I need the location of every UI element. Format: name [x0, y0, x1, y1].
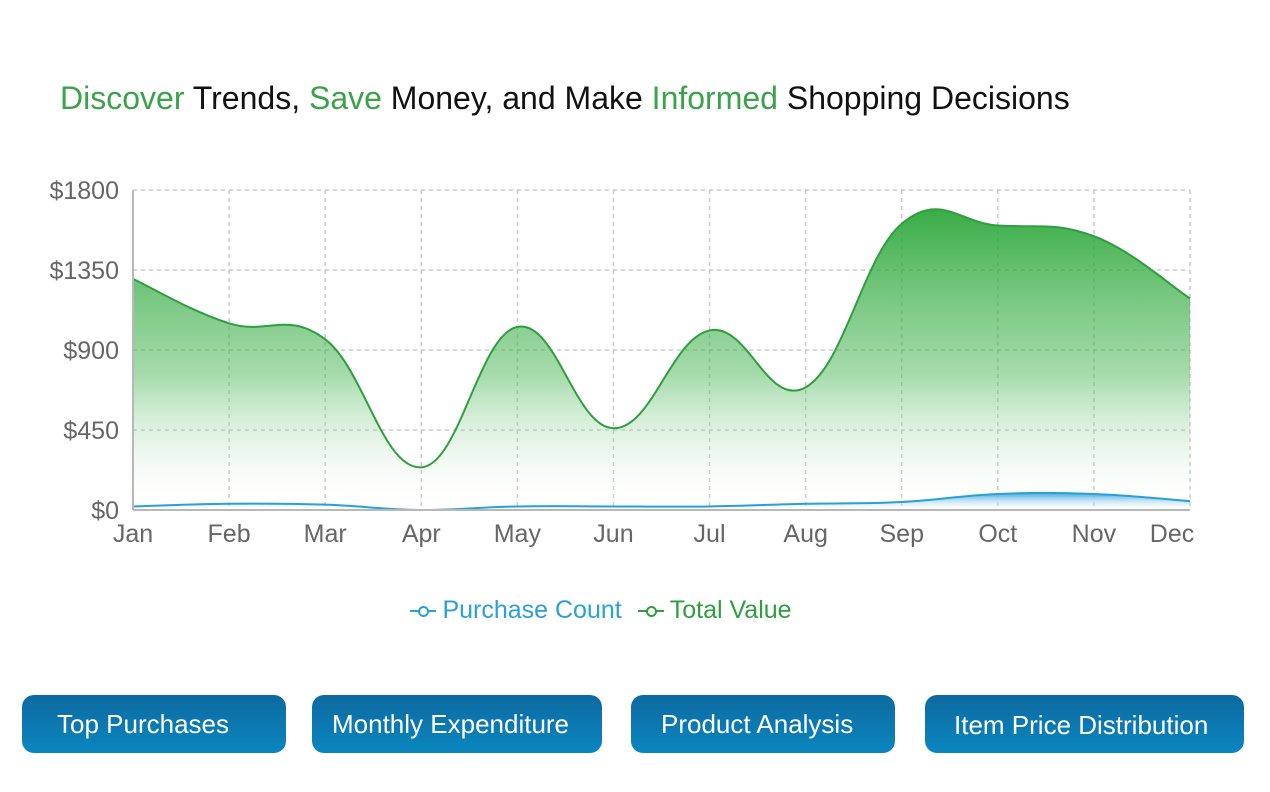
- item-price-distribution-button[interactable]: Item Price Distribution: [925, 695, 1244, 753]
- monthly-chart: $0 $450 $900 $1350 $1800 Jan Feb Mar Apr May Jun J…: [0, 170, 1270, 570]
- x-tick-label: Dec: [1150, 520, 1194, 548]
- headline-text-1: Trends,: [184, 80, 309, 116]
- chart-svg: $0$450$900$1350$1800 Jan Feb Mar Apr May Jun J…: [49, 177, 1194, 548]
- page-title: Discover Trends, Save Money, and Make In…: [60, 80, 1070, 117]
- y-tick-label: $900: [63, 337, 119, 365]
- x-tick-label: Apr: [402, 520, 441, 548]
- x-tick-label: Aug: [783, 520, 827, 548]
- headline-word-informed: Informed: [651, 80, 778, 116]
- x-axis-tick-labels: Jan Feb Mar Apr May Jun Jul Aug Sep Oct Nov Dec: [113, 520, 1194, 548]
- headline-word-discover: Discover: [60, 80, 185, 116]
- y-axis-tick-labels: $0$450$900$1350$1800: [49, 177, 119, 525]
- x-tick-label: Jun: [593, 520, 633, 548]
- product-analysis-button[interactable]: Product Analysis: [631, 695, 895, 753]
- x-tick-label: Sep: [879, 520, 923, 548]
- x-tick-label: Oct: [978, 520, 1017, 548]
- x-tick-label: Nov: [1072, 520, 1117, 548]
- y-tick-label: $450: [63, 417, 119, 445]
- top-purchases-button[interactable]: Top Purchases: [22, 695, 286, 753]
- y-tick-label: $1350: [49, 257, 119, 285]
- monthly-expenditure-button[interactable]: Monthly Expenditure: [312, 695, 602, 753]
- x-tick-label: Mar: [304, 520, 347, 548]
- navigation-buttons: Top Purchases Monthly Expenditure Produc…: [0, 695, 1270, 755]
- legend-item-total-value[interactable]: Total Value: [637, 596, 792, 625]
- legend-label-total-value: Total Value: [669, 596, 792, 624]
- headline-text-3: Shopping Decisions: [777, 80, 1070, 116]
- series-area-total-value: [133, 209, 1190, 511]
- legend-item-purchase-count[interactable]: Purchase Count: [410, 596, 622, 625]
- x-tick-label: May: [494, 520, 542, 548]
- legend-label-purchase-count: Purchase Count: [442, 596, 622, 624]
- x-tick-label: Jul: [694, 520, 726, 548]
- headline-text-2: Money, and Make: [381, 80, 652, 116]
- y-tick-label: $1800: [49, 177, 119, 205]
- x-tick-label: Feb: [208, 520, 251, 548]
- chart-series-areas: [132, 208, 1191, 512]
- legend-line-marker-icon: [410, 604, 437, 618]
- legend-line-marker-icon: [637, 604, 664, 618]
- chart-legend: Purchase Count Total Value: [0, 596, 1202, 625]
- page: Discover Trends, Save Money, and Make In…: [0, 0, 1270, 792]
- x-tick-label: Jan: [113, 520, 153, 548]
- headline-word-save: Save: [308, 80, 382, 116]
